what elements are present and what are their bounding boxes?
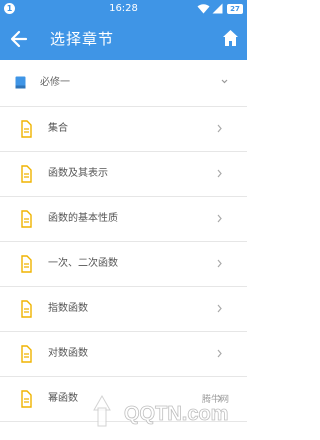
- page-title: 选择章节: [50, 30, 115, 48]
- section-label: 一次、二次函数: [48, 258, 118, 269]
- section-label: 集合: [48, 123, 68, 134]
- chevron-right-icon: [217, 169, 222, 178]
- section-item[interactable]: 函数及其表示: [0, 152, 247, 197]
- wifi-icon: [197, 4, 210, 14]
- app-bar: 选择章节: [0, 18, 247, 60]
- document-icon: [21, 255, 32, 273]
- chapter-header[interactable]: 必修一: [0, 60, 247, 107]
- chevron-down-icon: [221, 79, 228, 84]
- section-label: 函数的基本性质: [48, 213, 118, 224]
- document-icon: [21, 300, 32, 318]
- section-item[interactable]: 函数的基本性质: [0, 197, 247, 242]
- chevron-right-icon: [217, 349, 222, 358]
- chapter-label: 必修一: [40, 77, 70, 88]
- chevron-right-icon: [217, 214, 222, 223]
- watermark-logo: QQTN.com 腾牛网: [93, 393, 229, 427]
- document-icon: [21, 345, 32, 363]
- document-icon: [21, 165, 32, 183]
- arrow-left-icon[interactable]: [10, 29, 28, 49]
- chevron-right-icon: [217, 124, 222, 133]
- battery-icon: 27: [227, 4, 243, 14]
- chevron-right-icon: [217, 259, 222, 268]
- document-icon: [21, 390, 32, 408]
- section-label: 幂函数: [48, 393, 78, 404]
- section-label: 指数函数: [48, 303, 88, 314]
- document-icon: [21, 120, 32, 138]
- chevron-right-icon: [217, 304, 222, 313]
- section-label: 对数函数: [48, 348, 88, 359]
- status-bar: 1 16:28 27: [0, 0, 247, 18]
- signal-icon: [212, 3, 223, 14]
- section-label: 函数及其表示: [48, 168, 108, 179]
- watermark-site: 腾牛网: [202, 393, 229, 405]
- section-item[interactable]: 集合: [0, 107, 247, 152]
- section-item[interactable]: 对数函数: [0, 332, 247, 377]
- document-icon: [21, 210, 32, 228]
- section-item[interactable]: 一次、二次函数: [0, 242, 247, 287]
- home-icon[interactable]: [222, 29, 239, 47]
- section-item[interactable]: 指数函数: [0, 287, 247, 332]
- watermark-brand: QQTN.com: [124, 403, 228, 425]
- book-icon: [15, 76, 26, 89]
